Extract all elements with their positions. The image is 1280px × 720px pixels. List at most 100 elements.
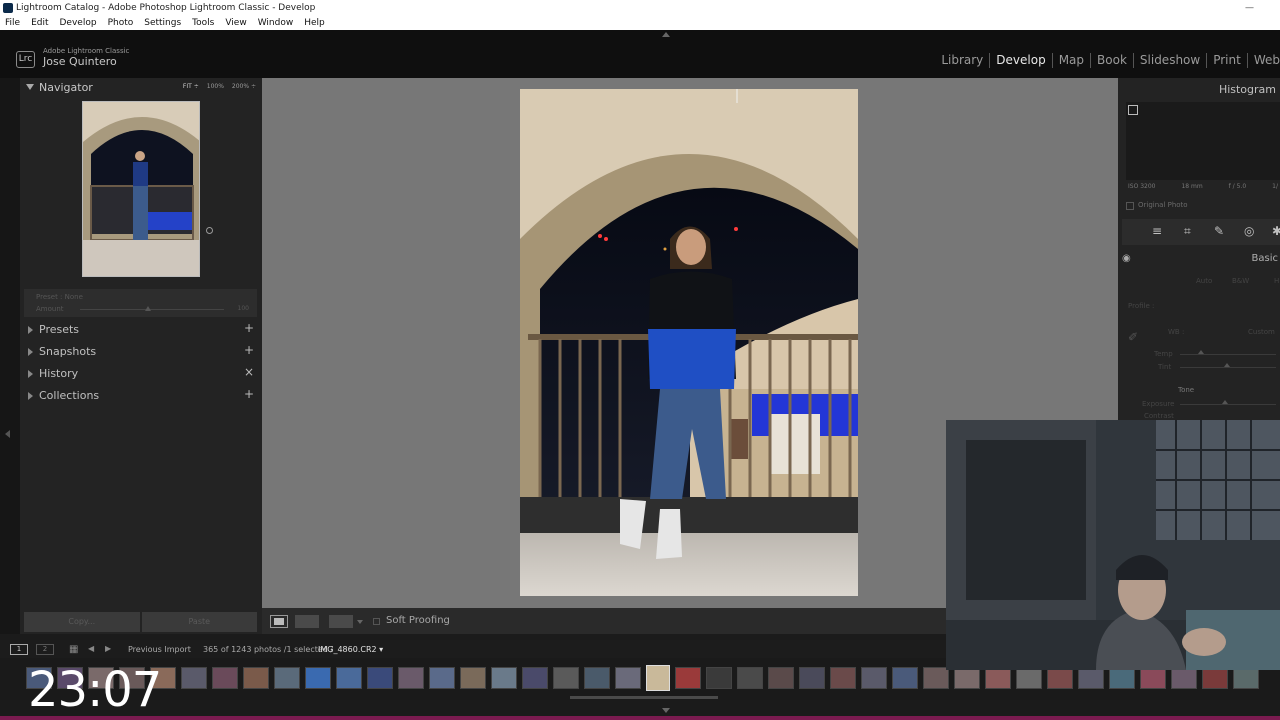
filmstrip-thumbnail[interactable] — [954, 667, 980, 689]
filmstrip-scrollbar[interactable] — [570, 696, 718, 699]
zoom-200[interactable]: 200% ÷ — [232, 83, 256, 90]
treatment-h[interactable]: H — [1274, 277, 1279, 285]
filmstrip-thumbnail[interactable] — [923, 667, 949, 689]
filmstrip-thumbnail[interactable] — [675, 667, 701, 689]
reference-view-icon[interactable] — [329, 615, 353, 628]
forward-arrow-icon[interactable]: ▶ — [105, 644, 111, 653]
histogram[interactable] — [1126, 102, 1280, 180]
filmstrip-thumbnail[interactable] — [861, 667, 887, 689]
module-book[interactable]: Book — [1091, 53, 1134, 68]
back-arrow-icon[interactable]: ◀ — [88, 644, 94, 653]
filmstrip-thumbnail-selected[interactable] — [646, 665, 670, 691]
exposure-slider-track[interactable] — [1180, 404, 1276, 405]
minimize-button[interactable]: — — [1245, 0, 1254, 16]
paste-button[interactable]: Paste — [141, 612, 257, 632]
menu-window[interactable]: Window — [258, 16, 294, 30]
panel-snapshots[interactable]: Snapshots + — [20, 342, 262, 362]
filmstrip-thumbnail[interactable] — [274, 667, 300, 689]
filmstrip-thumbnail[interactable] — [491, 667, 517, 689]
amount-slider-track[interactable] — [80, 309, 224, 310]
red-eye-icon[interactable]: ◎ — [1244, 225, 1254, 237]
wb-value[interactable]: Custom — [1248, 328, 1275, 336]
module-library[interactable]: Library — [935, 53, 991, 68]
expand-triangle-icon[interactable] — [28, 348, 33, 356]
filmstrip-thumbnail[interactable] — [830, 667, 856, 689]
navigator-header[interactable]: Navigator FIT ÷ 100% 200% ÷ — [20, 78, 262, 96]
secondary-window-button[interactable]: 2 — [36, 644, 54, 655]
add-preset-icon[interactable]: + — [244, 321, 254, 335]
treatment-bw[interactable]: B&W — [1232, 277, 1249, 285]
filmstrip-thumbnail[interactable] — [768, 667, 794, 689]
add-snapshot-icon[interactable]: + — [244, 343, 254, 357]
filmstrip-thumbnail[interactable] — [243, 667, 269, 689]
filmstrip-thumbnail[interactable] — [706, 667, 732, 689]
module-print[interactable]: Print — [1207, 53, 1248, 68]
filmstrip-thumbnail[interactable] — [737, 667, 763, 689]
filmstrip-thumbnail[interactable] — [985, 667, 1011, 689]
temp-slider-thumb[interactable] — [1198, 350, 1204, 354]
amount-slider-thumb[interactable] — [144, 306, 151, 311]
edit-sliders-icon[interactable]: ≡ — [1152, 225, 1162, 237]
menu-develop[interactable]: Develop — [60, 16, 97, 30]
filmstrip-thumbnail[interactable] — [584, 667, 610, 689]
primary-window-button[interactable]: 1 — [10, 644, 28, 655]
menu-help[interactable]: Help — [304, 16, 325, 30]
filmstrip-thumbnail[interactable] — [336, 667, 362, 689]
filmstrip-source[interactable]: Previous Import — [128, 645, 191, 654]
filmstrip-thumbnail[interactable] — [212, 667, 238, 689]
basic-panel-title[interactable]: Basic — [1252, 253, 1278, 264]
tint-slider-thumb[interactable] — [1224, 363, 1230, 367]
filmstrip-thumbnail[interactable] — [1109, 667, 1135, 689]
temp-slider-track[interactable] — [1180, 354, 1276, 355]
menu-photo[interactable]: Photo — [108, 16, 134, 30]
panel-collections[interactable]: Collections + — [20, 386, 262, 406]
masking-icon[interactable]: ✱ — [1272, 225, 1280, 237]
collapse-left-panel-arrow-icon[interactable] — [5, 430, 10, 438]
copy-button[interactable]: Copy... — [24, 612, 140, 632]
white-balance-picker-icon[interactable]: ✐ — [1128, 330, 1138, 344]
expand-triangle-icon[interactable] — [28, 370, 33, 378]
add-collection-icon[interactable]: + — [244, 387, 254, 401]
filmstrip-thumbnail[interactable] — [429, 667, 455, 689]
filmstrip-thumbnail[interactable] — [553, 667, 579, 689]
filmstrip-thumbnail[interactable] — [522, 667, 548, 689]
hide-filmstrip-caret-icon[interactable] — [662, 708, 670, 713]
filmstrip-thumbnail[interactable] — [1171, 667, 1197, 689]
menu-settings[interactable]: Settings — [144, 16, 181, 30]
view-mode-caret-icon[interactable] — [357, 620, 363, 624]
tint-slider-track[interactable] — [1180, 367, 1276, 368]
expand-triangle-icon[interactable] — [28, 392, 33, 400]
hide-top-panel-caret-icon[interactable] — [662, 32, 670, 37]
before-after-view-icon[interactable] — [295, 615, 319, 628]
panel-presets[interactable]: Presets + — [20, 320, 262, 340]
panel-history[interactable]: History × — [20, 364, 262, 384]
menu-edit[interactable]: Edit — [31, 16, 48, 30]
filmstrip-thumbnail[interactable] — [1078, 667, 1104, 689]
module-slideshow[interactable]: Slideshow — [1134, 53, 1208, 68]
menu-view[interactable]: View — [225, 16, 246, 30]
filmstrip-thumbnail[interactable] — [799, 667, 825, 689]
clipping-indicator-icon[interactable] — [1128, 105, 1138, 115]
menu-tools[interactable]: Tools — [192, 16, 214, 30]
healing-icon[interactable]: ✎ — [1214, 225, 1224, 237]
filmstrip-thumbnail[interactable] — [1016, 667, 1042, 689]
soft-proofing-checkbox[interactable] — [373, 618, 380, 625]
zoom-100[interactable]: 100% — [207, 83, 224, 90]
filmstrip-thumbnail[interactable] — [305, 667, 331, 689]
module-map[interactable]: Map — [1053, 53, 1092, 68]
navigator-preview[interactable] — [82, 101, 200, 277]
filmstrip-thumbnail[interactable] — [1140, 667, 1166, 689]
filmstrip-thumbnail[interactable] — [1047, 667, 1073, 689]
filmstrip-thumbnail[interactable] — [615, 667, 641, 689]
filmstrip-thumbnail[interactable] — [398, 667, 424, 689]
filmstrip-thumbnail[interactable] — [181, 667, 207, 689]
main-photo[interactable] — [520, 89, 858, 596]
filmstrip-thumbnail[interactable] — [1233, 667, 1259, 689]
visibility-eye-icon[interactable]: ◉ — [1122, 253, 1131, 264]
filmstrip-thumbnail[interactable] — [892, 667, 918, 689]
original-photo-checkbox[interactable] — [1126, 202, 1134, 210]
left-panel-edge[interactable] — [0, 78, 20, 634]
grid-view-icon[interactable]: ▦ — [69, 644, 78, 655]
crop-icon[interactable]: ⌗ — [1184, 225, 1191, 237]
treatment-auto[interactable]: Auto — [1196, 277, 1212, 285]
